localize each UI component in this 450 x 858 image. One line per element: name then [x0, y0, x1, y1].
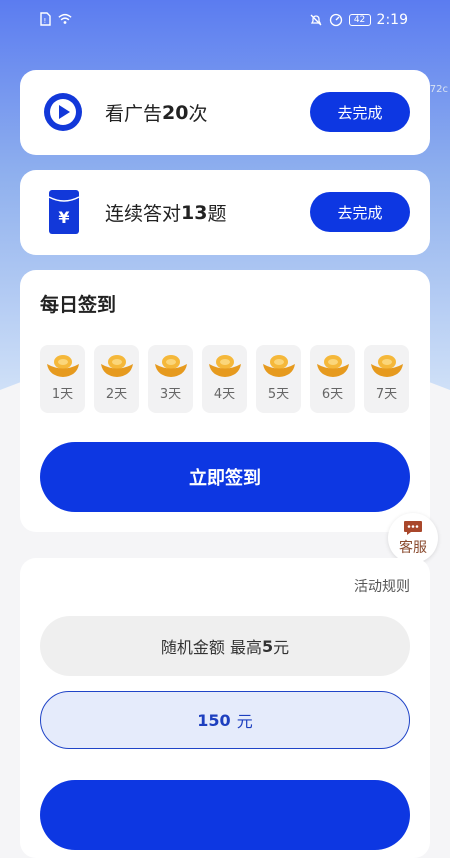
chat-bubble-icon	[404, 520, 422, 535]
sim-icon: !	[40, 12, 51, 26]
status-bar: ! 42 2:19	[0, 0, 450, 42]
random-amount-text: 随机金额 最高	[160, 638, 262, 657]
day-item[interactable]: 3天	[148, 345, 193, 413]
daily-checkin-card: 每日签到 1天 2天 3天 4天 5天 6天 7天 立即签到	[20, 270, 430, 532]
checkin-title: 每日签到	[40, 294, 117, 316]
day-item[interactable]: 1天	[40, 345, 85, 413]
task-count: 20	[162, 101, 189, 124]
day-item[interactable]: 4天	[202, 345, 247, 413]
yen-card-icon: ¥	[48, 190, 80, 234]
selected-amount-value: 150	[197, 710, 231, 730]
battery-indicator: 42	[348, 14, 371, 26]
task-card-watch-ads: 看广告 20 次 去完成	[20, 70, 430, 155]
wifi-icon	[58, 13, 72, 24]
task-title: 看广告 20 次	[105, 70, 207, 155]
task-suffix: 次	[188, 103, 208, 125]
task-count: 13	[181, 201, 208, 224]
day-label: 4天	[213, 387, 236, 402]
day-item[interactable]: 5天	[256, 345, 301, 413]
task-card-answer-streak: ¥ 连续答对 13 题 去完成	[20, 170, 430, 255]
task-prefix: 看广告	[105, 103, 163, 125]
complete-button[interactable]: 去完成	[310, 92, 410, 132]
random-amount-unit: 元	[273, 638, 290, 657]
gold-ingot-icon	[208, 355, 241, 377]
withdraw-card: 活动规则 随机金额 最高 5 元 150 元	[20, 558, 430, 858]
customer-service-button[interactable]: 客服	[388, 513, 438, 563]
day-label: 1天	[51, 387, 74, 402]
day-label: 5天	[267, 387, 290, 402]
watermark: 72c	[429, 84, 448, 95]
status-time: 2:19	[376, 12, 408, 28]
day-label: 7天	[375, 387, 398, 402]
gold-ingot-icon	[154, 355, 187, 377]
customer-service-label: 客服	[399, 539, 427, 556]
day-item[interactable]: 7天	[364, 345, 409, 413]
complete-button[interactable]: 去完成	[310, 192, 410, 232]
play-icon	[44, 93, 82, 131]
selected-amount-unit: 元	[236, 712, 253, 731]
selected-amount-option[interactable]: 150 元	[40, 691, 410, 749]
day-label: 3天	[159, 387, 182, 402]
random-amount-option[interactable]: 随机金额 最高 5 元	[40, 616, 410, 676]
day-label: 2天	[105, 387, 128, 402]
gold-ingot-icon	[46, 355, 79, 377]
checkin-days: 1天 2天 3天 4天 5天 6天 7天	[40, 345, 409, 413]
gold-ingot-icon	[316, 355, 349, 377]
gold-ingot-icon	[100, 355, 133, 377]
day-item[interactable]: 6天	[310, 345, 355, 413]
gold-ingot-icon	[370, 355, 403, 377]
day-item[interactable]: 2天	[94, 345, 139, 413]
task-title: 连续答对 13 题	[105, 170, 226, 255]
day-label: 6天	[321, 387, 344, 402]
gold-ingot-icon	[262, 355, 295, 377]
svg-text:¥: ¥	[58, 208, 69, 227]
mute-bell-icon	[310, 14, 322, 26]
random-amount-value: 5	[261, 636, 274, 656]
task-prefix: 连续答对	[105, 203, 182, 225]
task-suffix: 题	[207, 203, 227, 225]
withdraw-button[interactable]	[40, 780, 410, 850]
speed-gauge-icon	[329, 13, 342, 27]
svg-text:!: !	[44, 17, 47, 25]
activity-rules-link[interactable]: 活动规则	[354, 576, 410, 596]
sign-in-button[interactable]: 立即签到	[40, 442, 410, 512]
